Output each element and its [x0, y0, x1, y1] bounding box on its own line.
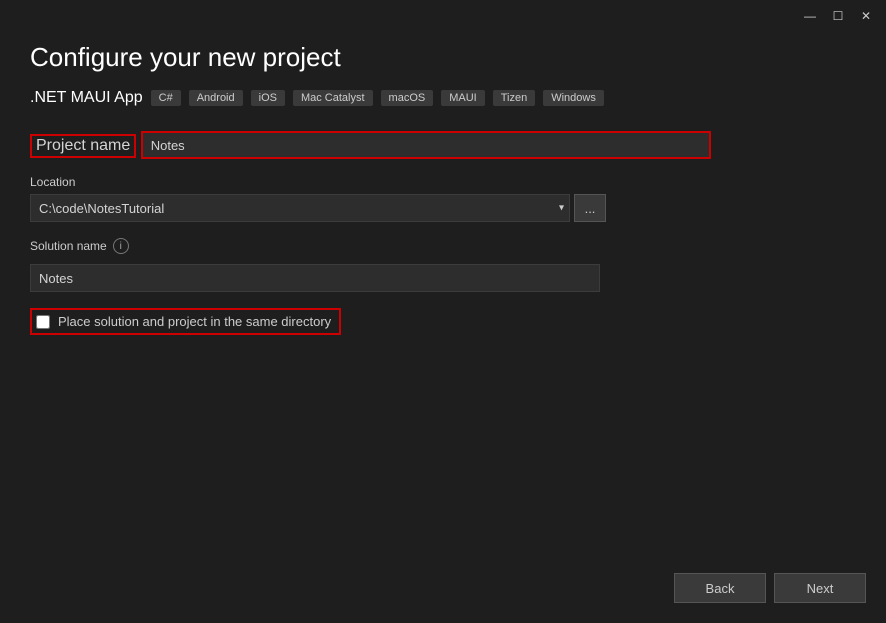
- location-label: Location: [30, 175, 856, 189]
- project-name-label: Project name: [30, 134, 136, 158]
- checkbox-section: Place solution and project in the same d…: [30, 308, 856, 335]
- main-content: Configure your new project .NET MAUI App…: [0, 32, 886, 355]
- browse-button[interactable]: ...: [574, 194, 606, 222]
- same-directory-checkbox[interactable]: [36, 315, 50, 329]
- same-directory-label: Place solution and project in the same d…: [58, 314, 331, 329]
- project-type-row: .NET MAUI App C# Android iOS Mac Catalys…: [30, 89, 856, 107]
- title-bar: — ☐ ✕: [0, 0, 886, 32]
- footer: Back Next: [674, 573, 866, 603]
- same-directory-checkbox-wrapper: Place solution and project in the same d…: [30, 308, 341, 335]
- restore-button[interactable]: ☐: [826, 7, 850, 25]
- tag-ios: iOS: [251, 90, 285, 106]
- location-select-wrapper: C:\code\NotesTutorial ▾: [30, 194, 570, 222]
- page-title: Configure your new project: [30, 42, 856, 73]
- solution-label-row: Solution name i: [30, 238, 856, 254]
- location-section: Location C:\code\NotesTutorial ▾ ...: [30, 175, 856, 222]
- info-icon: i: [113, 238, 129, 254]
- solution-name-input[interactable]: [30, 264, 600, 292]
- tag-csharp: C#: [151, 90, 181, 106]
- back-button[interactable]: Back: [674, 573, 766, 603]
- tag-windows: Windows: [543, 90, 604, 106]
- tag-android: Android: [189, 90, 243, 106]
- close-button[interactable]: ✕: [854, 7, 878, 25]
- tag-tizen: Tizen: [493, 90, 536, 106]
- solution-name-label: Solution name: [30, 239, 107, 253]
- minimize-button[interactable]: —: [798, 7, 822, 25]
- solution-name-section: Solution name i: [30, 238, 856, 292]
- next-button[interactable]: Next: [774, 573, 866, 603]
- location-row: C:\code\NotesTutorial ▾ ...: [30, 194, 856, 222]
- tag-macos: macOS: [381, 90, 434, 106]
- location-select[interactable]: C:\code\NotesTutorial: [30, 194, 570, 222]
- tag-maui: MAUI: [441, 90, 485, 106]
- project-type-name: .NET MAUI App: [30, 89, 143, 107]
- tag-mac-catalyst: Mac Catalyst: [293, 90, 373, 106]
- project-name-input[interactable]: [141, 131, 711, 159]
- project-name-section: Project name: [30, 131, 856, 159]
